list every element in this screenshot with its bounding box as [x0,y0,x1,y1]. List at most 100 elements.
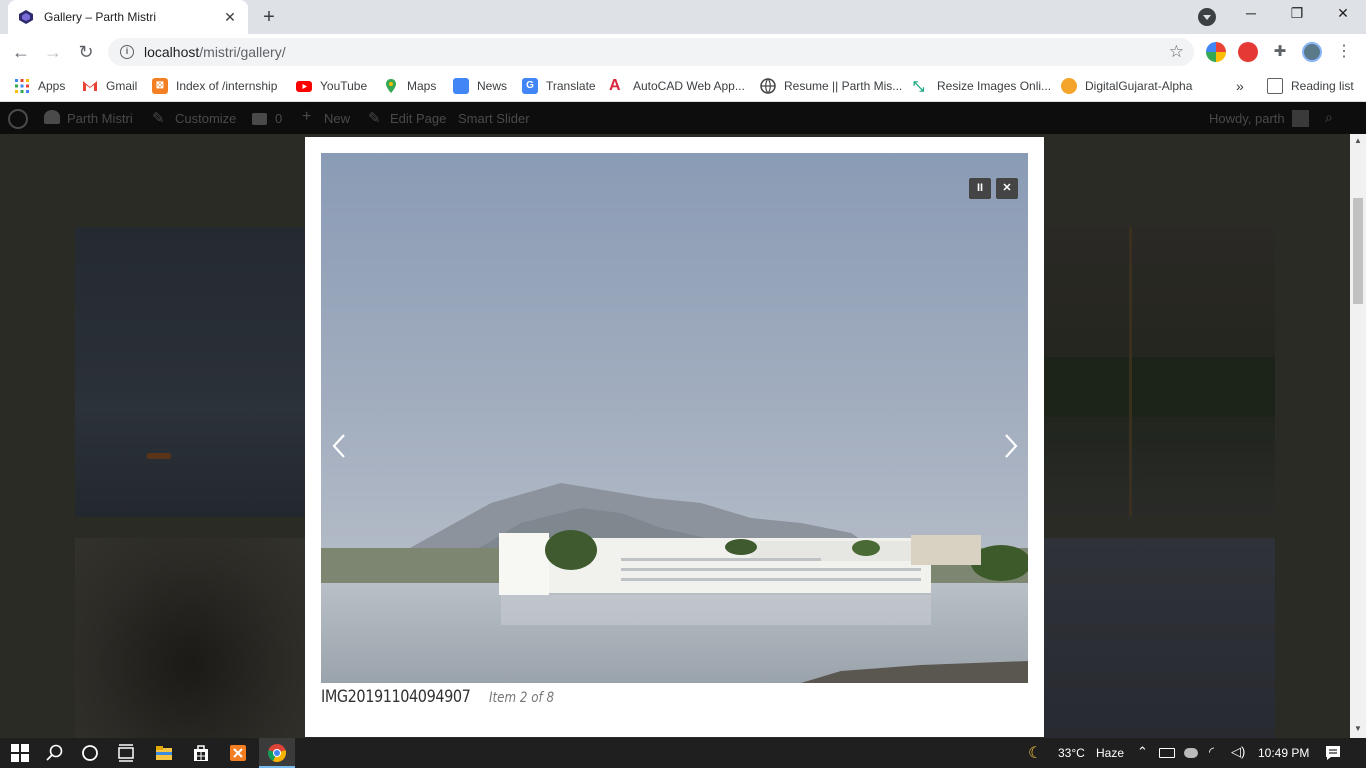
weather-temperature[interactable]: 33°C [1058,746,1085,760]
search-icon[interactable] [45,743,65,763]
wp-comments-count[interactable]: 0 [275,111,282,126]
wp-edit-page[interactable]: Edit Page [390,111,446,126]
search-icon[interactable]: ⌕ [1325,109,1333,126]
gallery-thumbnail[interactable] [1044,538,1275,738]
clock-time[interactable]: 10:49 PM [1258,746,1309,760]
cloud-sync-icon[interactable] [1184,748,1198,758]
wp-site-name[interactable]: Parth Mistri [67,111,133,126]
reading-list-icon [1267,78,1283,94]
boat-shape [147,453,171,459]
bookmark-youtube[interactable]: YouTube [296,76,367,96]
wp-admin-bar: Parth Mistri ✎ Customize 0 + New ✎ Edit … [0,102,1366,134]
bookmark-autocad[interactable]: A AutoCAD Web App... [609,76,745,96]
maps-pin-icon [386,79,396,93]
bookmarks-overflow-button[interactable]: » [1236,76,1244,96]
page-scrollbar[interactable]: ▲ ▼ [1350,134,1366,738]
chrome-taskbar-button[interactable] [259,738,295,768]
user-avatar[interactable] [1292,110,1309,127]
close-window-button[interactable]: ✕ [1331,5,1355,27]
close-lightbox-button[interactable]: ✕ [996,178,1018,199]
reading-list-button[interactable]: Reading list [1267,76,1354,96]
image-title: IMG20191104094907 [321,687,471,707]
bookmark-apps[interactable]: Apps [14,76,65,96]
bookmarks-bar: Apps Gmail ⊠ Index of /internship YouTub… [0,70,1366,102]
customize-brush-icon: ✎ [152,110,165,127]
bookmark-translate[interactable]: G Translate [522,76,596,96]
digitalgujarat-icon [1061,78,1077,94]
bookmark-maps[interactable]: Maps [383,76,436,96]
tab-search-icon[interactable] [1198,8,1216,26]
resize-icon: ⤡ [913,78,925,94]
news-icon [453,78,469,94]
bookmark-resize-images[interactable]: ⤡ Resize Images Onli... [913,76,1051,96]
plus-icon: + [302,108,312,125]
extensions-puzzle-icon[interactable]: ✚ [1270,42,1290,62]
weather-moon-icon[interactable]: ☾ [1028,743,1042,763]
wp-customize[interactable]: Customize [175,111,236,126]
gallery-thumbnail[interactable] [75,538,305,738]
scrollbar-thumb[interactable] [1353,198,1363,304]
xampp-icon: ⊠ [152,78,168,94]
lightbox-image[interactable]: II ✕ [321,153,1028,683]
next-image-icon[interactable] [1001,431,1021,461]
gallery-thumbnail[interactable] [75,227,305,517]
wordpress-logo-icon[interactable] [8,109,28,129]
site-favicon [19,10,33,24]
dashboard-icon [44,110,60,124]
gmail-icon [83,81,97,91]
wp-howdy[interactable]: Howdy, parth [1209,111,1285,126]
wp-new[interactable]: New [324,111,350,126]
bookmark-news[interactable]: News [453,76,507,96]
pole-shape [1129,227,1132,517]
notifications-icon[interactable] [1323,743,1343,763]
translate-icon: G [522,78,538,94]
browser-tab[interactable]: Gallery – Parth Mistri ✕ [8,0,248,34]
restore-button[interactable]: ❐ [1285,5,1309,27]
minimize-button[interactable]: ─ [1239,5,1263,27]
battery-icon[interactable] [1159,748,1175,758]
bookmark-gmail[interactable]: Gmail [82,76,137,96]
item-counter: Item 2 of 8 [488,690,554,706]
volume-icon[interactable]: ◁) [1231,744,1245,760]
chrome-menu-icon[interactable]: ⋮ [1334,42,1354,62]
bookmark-digitalgujarat[interactable]: DigitalGujarat-Alpha [1061,76,1192,96]
profile-avatar[interactable] [1302,42,1322,62]
wp-smart-slider[interactable]: Smart Slider [458,111,530,126]
apps-grid-icon [15,79,29,93]
cortana-icon[interactable] [80,743,100,763]
pause-slideshow-button[interactable]: II [969,178,991,199]
color-extension-icon[interactable] [1206,42,1226,62]
bookmark-star-icon[interactable]: ☆ [1169,42,1184,62]
scroll-up-arrow-icon[interactable]: ▲ [1354,136,1362,145]
windows-taskbar: ☾ 33°C Haze ⌃ ◜ ◁) 10:49 PM [0,738,1366,768]
previous-image-icon[interactable] [329,431,349,461]
site-info-icon[interactable]: i [120,45,134,59]
wifi-icon[interactable]: ◜ [1209,744,1214,760]
xampp-taskbar-icon[interactable] [228,743,248,763]
adblock-extension-icon[interactable] [1238,42,1258,62]
windows-start-icon[interactable] [10,743,30,763]
address-bar[interactable]: i localhost/mistri/gallery/ ☆ [108,38,1194,66]
store-icon[interactable] [191,743,211,763]
comments-icon [252,113,267,125]
file-explorer-icon[interactable] [154,743,174,763]
new-tab-button[interactable]: + [258,7,280,29]
forward-button[interactable]: → [42,41,64,63]
reload-button[interactable]: ↻ [75,41,97,63]
scroll-down-arrow-icon[interactable]: ▼ [1354,724,1362,733]
tab-title: Gallery – Parth Mistri [44,10,157,24]
chrome-icon [268,744,286,762]
task-view-icon[interactable] [116,743,136,763]
weather-condition[interactable]: Haze [1096,746,1124,760]
url-text: localhost/mistri/gallery/ [144,44,286,60]
bookmark-resume[interactable]: Resume || Parth Mis... [760,76,902,96]
back-button[interactable]: ← [10,41,32,63]
lake-palace-photo [321,153,1028,683]
autocad-icon: A [609,77,621,94]
gallery-thumbnail[interactable] [1044,227,1275,517]
close-tab-icon[interactable]: ✕ [222,9,238,25]
lightbox-caption: IMG20191104094907 Item 2 of 8 [321,687,565,707]
lightbox-modal: II ✕ IMG20191104094907 Item 2 of 8 [305,137,1044,737]
show-hidden-icons-icon[interactable]: ⌃ [1137,744,1148,760]
bookmark-internship[interactable]: ⊠ Index of /internship [152,76,277,96]
